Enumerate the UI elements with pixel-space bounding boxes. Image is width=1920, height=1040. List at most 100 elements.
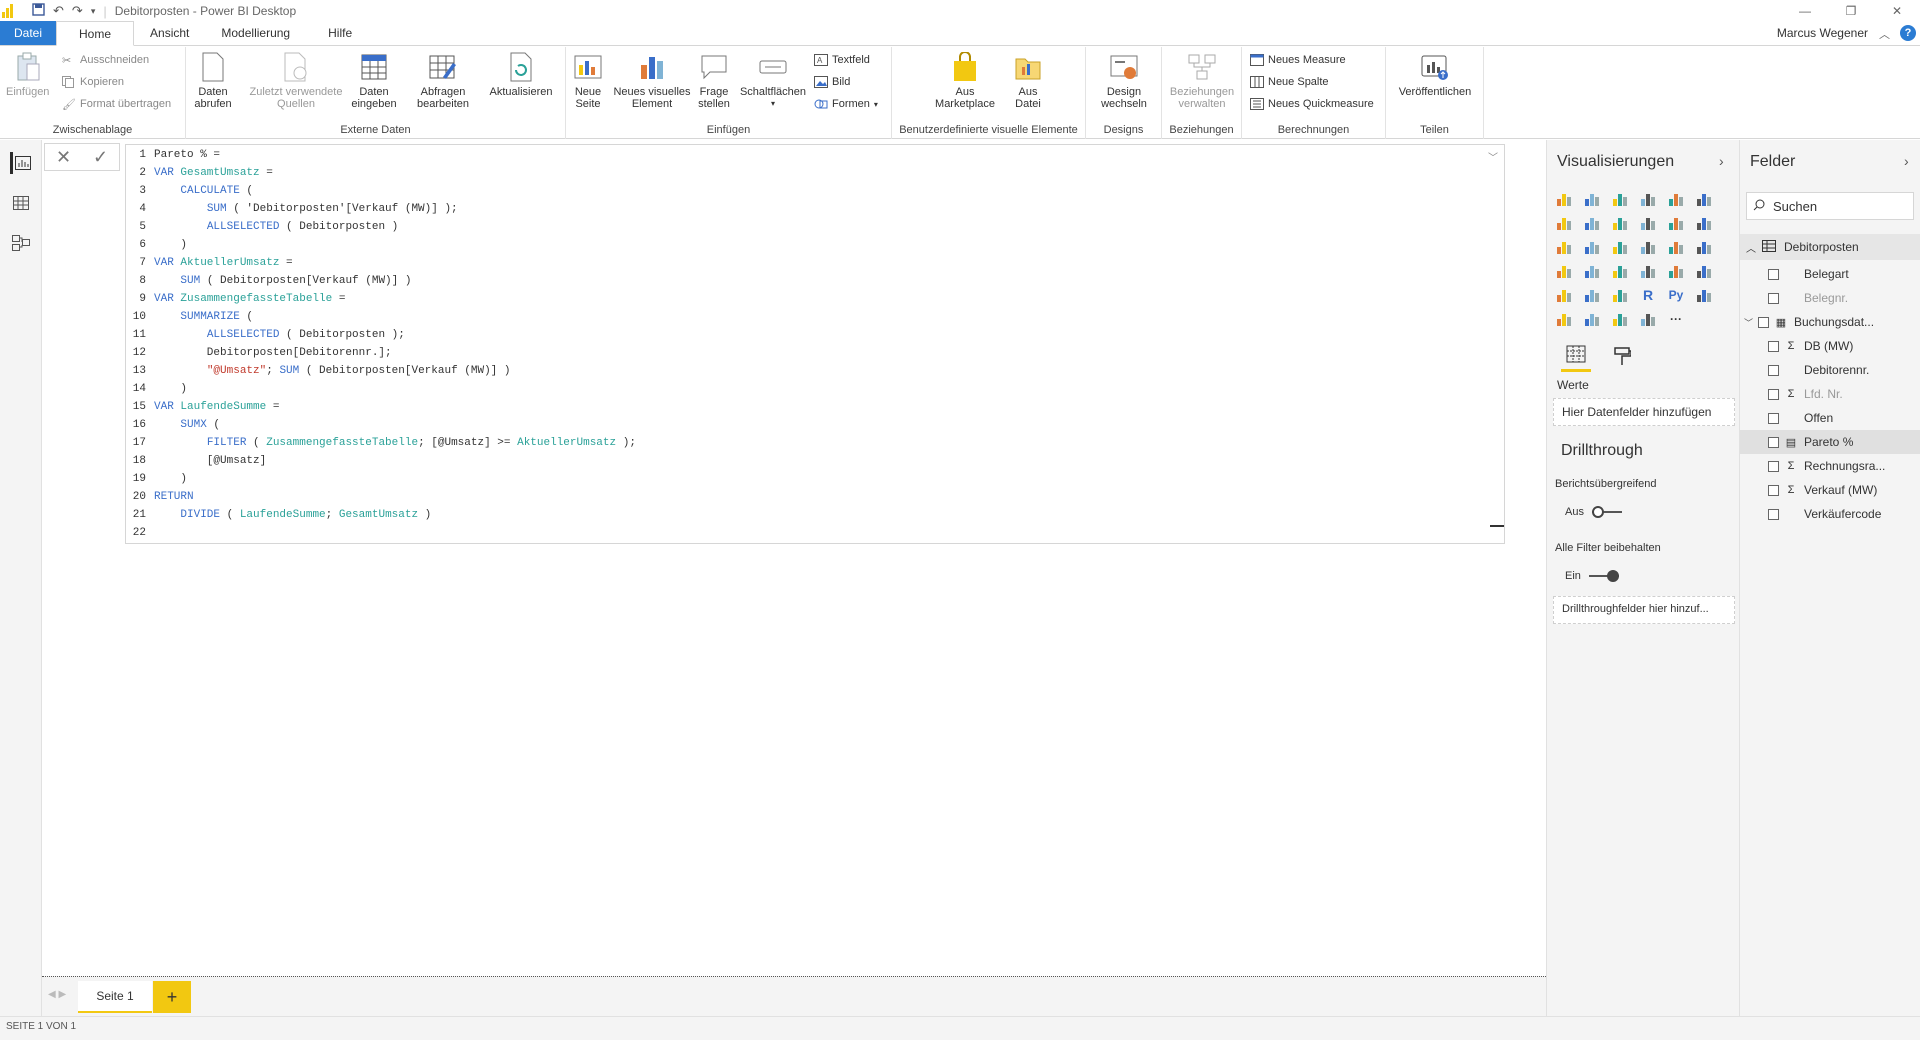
field-item[interactable]: Offen (1740, 406, 1920, 430)
keep-filters-toggle[interactable]: Ein (1565, 570, 1619, 582)
new-quickmeasure-button[interactable]: Neues Quickmeasure (1250, 98, 1374, 110)
field-checkbox[interactable] (1758, 316, 1769, 328)
field-checkbox[interactable] (1768, 484, 1779, 496)
format-painter-button[interactable]: 🖌 Format übertragen (62, 98, 171, 111)
page-nav-arrows-icon[interactable]: ◀ ▶ (48, 989, 66, 1000)
field-checkbox[interactable] (1768, 268, 1779, 280)
custom-visual-icon[interactable] (1639, 310, 1657, 328)
new-page-button[interactable]: Neue Seite (572, 51, 604, 110)
fields-tab[interactable] (1561, 342, 1591, 372)
funnel-visual-icon[interactable] (1583, 262, 1601, 280)
field-checkbox[interactable] (1768, 364, 1779, 376)
field-item[interactable]: Verkäufercode (1740, 502, 1920, 526)
line-visual-icon[interactable] (1555, 214, 1573, 232)
undo-icon[interactable]: ↶ (53, 3, 64, 19)
fields-search-input[interactable]: Suchen (1746, 192, 1914, 220)
paste-button[interactable]: Einfügen (6, 51, 49, 98)
help-icon[interactable]: ? (1900, 25, 1916, 41)
textbox-button[interactable]: A Textfeld (814, 54, 870, 66)
cancel-formula-icon[interactable]: ✕ (56, 147, 71, 168)
collapse-fields-pane-icon[interactable]: › (1904, 153, 1909, 169)
tab-home[interactable]: Home (56, 21, 135, 46)
new-measure-button[interactable]: Neues Measure (1250, 54, 1346, 66)
field-checkbox[interactable] (1768, 340, 1779, 352)
redo-icon[interactable]: ↷ (72, 3, 83, 19)
recent-sources-button[interactable]: Zuletzt verwendete Quellen (246, 51, 346, 110)
field-item[interactable]: Σ Rechnungsra... (1740, 454, 1920, 478)
kpi-visual-icon[interactable] (1695, 262, 1713, 280)
qa-visual-icon[interactable] (1583, 310, 1601, 328)
table-visual-icon[interactable] (1583, 286, 1601, 304)
line-clustered-visual-icon[interactable] (1667, 214, 1685, 232)
stacked-bar-visual-icon[interactable] (1555, 190, 1573, 208)
shapes-button[interactable]: Formen ▾ (814, 98, 878, 110)
tab-modellierung[interactable]: Modellierung (205, 21, 306, 45)
table-debitorposten[interactable]: ︿ Debitorposten (1740, 234, 1920, 260)
field-item[interactable]: Debitorennr. (1740, 358, 1920, 382)
field-item[interactable]: Σ Verkauf (MW) (1740, 478, 1920, 502)
more-visual-icon[interactable]: ··· (1667, 310, 1685, 328)
refresh-button[interactable]: Aktualisieren (486, 51, 556, 98)
matrix-visual-icon[interactable] (1611, 286, 1629, 304)
gauge-visual-icon[interactable] (1611, 262, 1629, 280)
ask-question-button[interactable]: Frage stellen (696, 51, 732, 110)
arcgis-visual-icon[interactable] (1611, 310, 1629, 328)
model-view-icon[interactable] (10, 232, 32, 254)
from-file-button[interactable]: Aus Datei (1004, 51, 1052, 110)
buttons-button[interactable]: Schaltflächen ▾ (738, 51, 808, 110)
field-item[interactable]: Belegart (1740, 262, 1920, 286)
new-visual-button[interactable]: Neues visuelles Element (612, 51, 692, 110)
collapse-viz-pane-icon[interactable]: › (1719, 153, 1724, 169)
expand-chevron-icon[interactable]: ﹀ (1744, 316, 1758, 329)
publish-button[interactable]: Veröffentlichen (1394, 51, 1476, 98)
collapse-formula-icon[interactable]: ﹀ (1488, 149, 1498, 165)
scatter-visual-icon[interactable] (1583, 238, 1601, 256)
dax-formula-editor[interactable]: ﹀ 1 Pareto % = 2 VAR GesamtUmsatz = 3 CALCUL… (125, 144, 1505, 544)
stacked-area-visual-icon[interactable] (1611, 214, 1629, 232)
format-tab[interactable] (1607, 342, 1637, 372)
from-marketplace-button[interactable]: Aus Marketplace (934, 51, 996, 110)
ribbon-visual-icon[interactable] (1695, 214, 1713, 232)
data-view-icon[interactable] (10, 192, 32, 214)
clustered-bar-visual-icon[interactable] (1611, 190, 1629, 208)
minimize-icon[interactable]: — (1782, 0, 1828, 22)
r-visual-visual-icon[interactable]: R (1639, 286, 1657, 304)
pie-visual-icon[interactable] (1611, 238, 1629, 256)
cross-report-toggle[interactable]: Aus (1565, 506, 1622, 518)
field-item[interactable]: ﹀ ▦ Buchungsdat... (1740, 310, 1920, 334)
drillthrough-drop-zone[interactable]: Drillthroughfelder hier hinzuf... (1553, 596, 1735, 624)
slicer-visual-icon[interactable] (1555, 286, 1573, 304)
100-column-visual-icon[interactable] (1695, 190, 1713, 208)
map-visual-icon[interactable] (1695, 238, 1713, 256)
line-column-visual-icon[interactable] (1639, 214, 1657, 232)
report-view-icon[interactable] (10, 152, 32, 174)
filled-map-visual-icon[interactable] (1555, 262, 1573, 280)
treemap-visual-icon[interactable] (1667, 238, 1685, 256)
maximize-icon[interactable]: ❐ (1828, 0, 1874, 22)
enter-data-button[interactable]: Daten eingeben (351, 51, 397, 110)
save-icon[interactable] (32, 3, 45, 19)
copy-button[interactable]: Kopieren (62, 76, 124, 88)
commit-formula-icon[interactable]: ✓ (93, 147, 108, 168)
collapse-ribbon-icon[interactable]: ︿ (1879, 26, 1890, 42)
field-item[interactable]: ▤ Pareto % (1740, 430, 1920, 454)
field-checkbox[interactable] (1768, 508, 1779, 520)
100-bar-visual-icon[interactable] (1667, 190, 1685, 208)
waterfall-visual-icon[interactable] (1555, 238, 1573, 256)
tab-datei[interactable]: Datei (0, 21, 57, 45)
field-checkbox[interactable] (1768, 292, 1779, 304)
python-visual-visual-icon[interactable]: Py (1667, 286, 1685, 304)
switch-theme-button[interactable]: Design wechseln (1094, 51, 1154, 110)
card-visual-icon[interactable] (1639, 262, 1657, 280)
key-influencers-visual-icon[interactable] (1695, 286, 1713, 304)
tab-ansicht[interactable]: Ansicht (134, 21, 205, 45)
new-column-button[interactable]: Neue Spalte (1250, 76, 1329, 88)
donut-visual-icon[interactable] (1639, 238, 1657, 256)
field-item[interactable]: Σ DB (MW) (1740, 334, 1920, 358)
field-item[interactable]: Belegnr. (1740, 286, 1920, 310)
field-item[interactable]: Σ Lfd. Nr. (1740, 382, 1920, 406)
tab-hilfe[interactable]: Hilfe (306, 21, 374, 45)
field-checkbox[interactable] (1768, 460, 1779, 472)
values-drop-zone[interactable]: Hier Datenfelder hinzufügen (1553, 398, 1735, 426)
stacked-column-visual-icon[interactable] (1583, 190, 1601, 208)
